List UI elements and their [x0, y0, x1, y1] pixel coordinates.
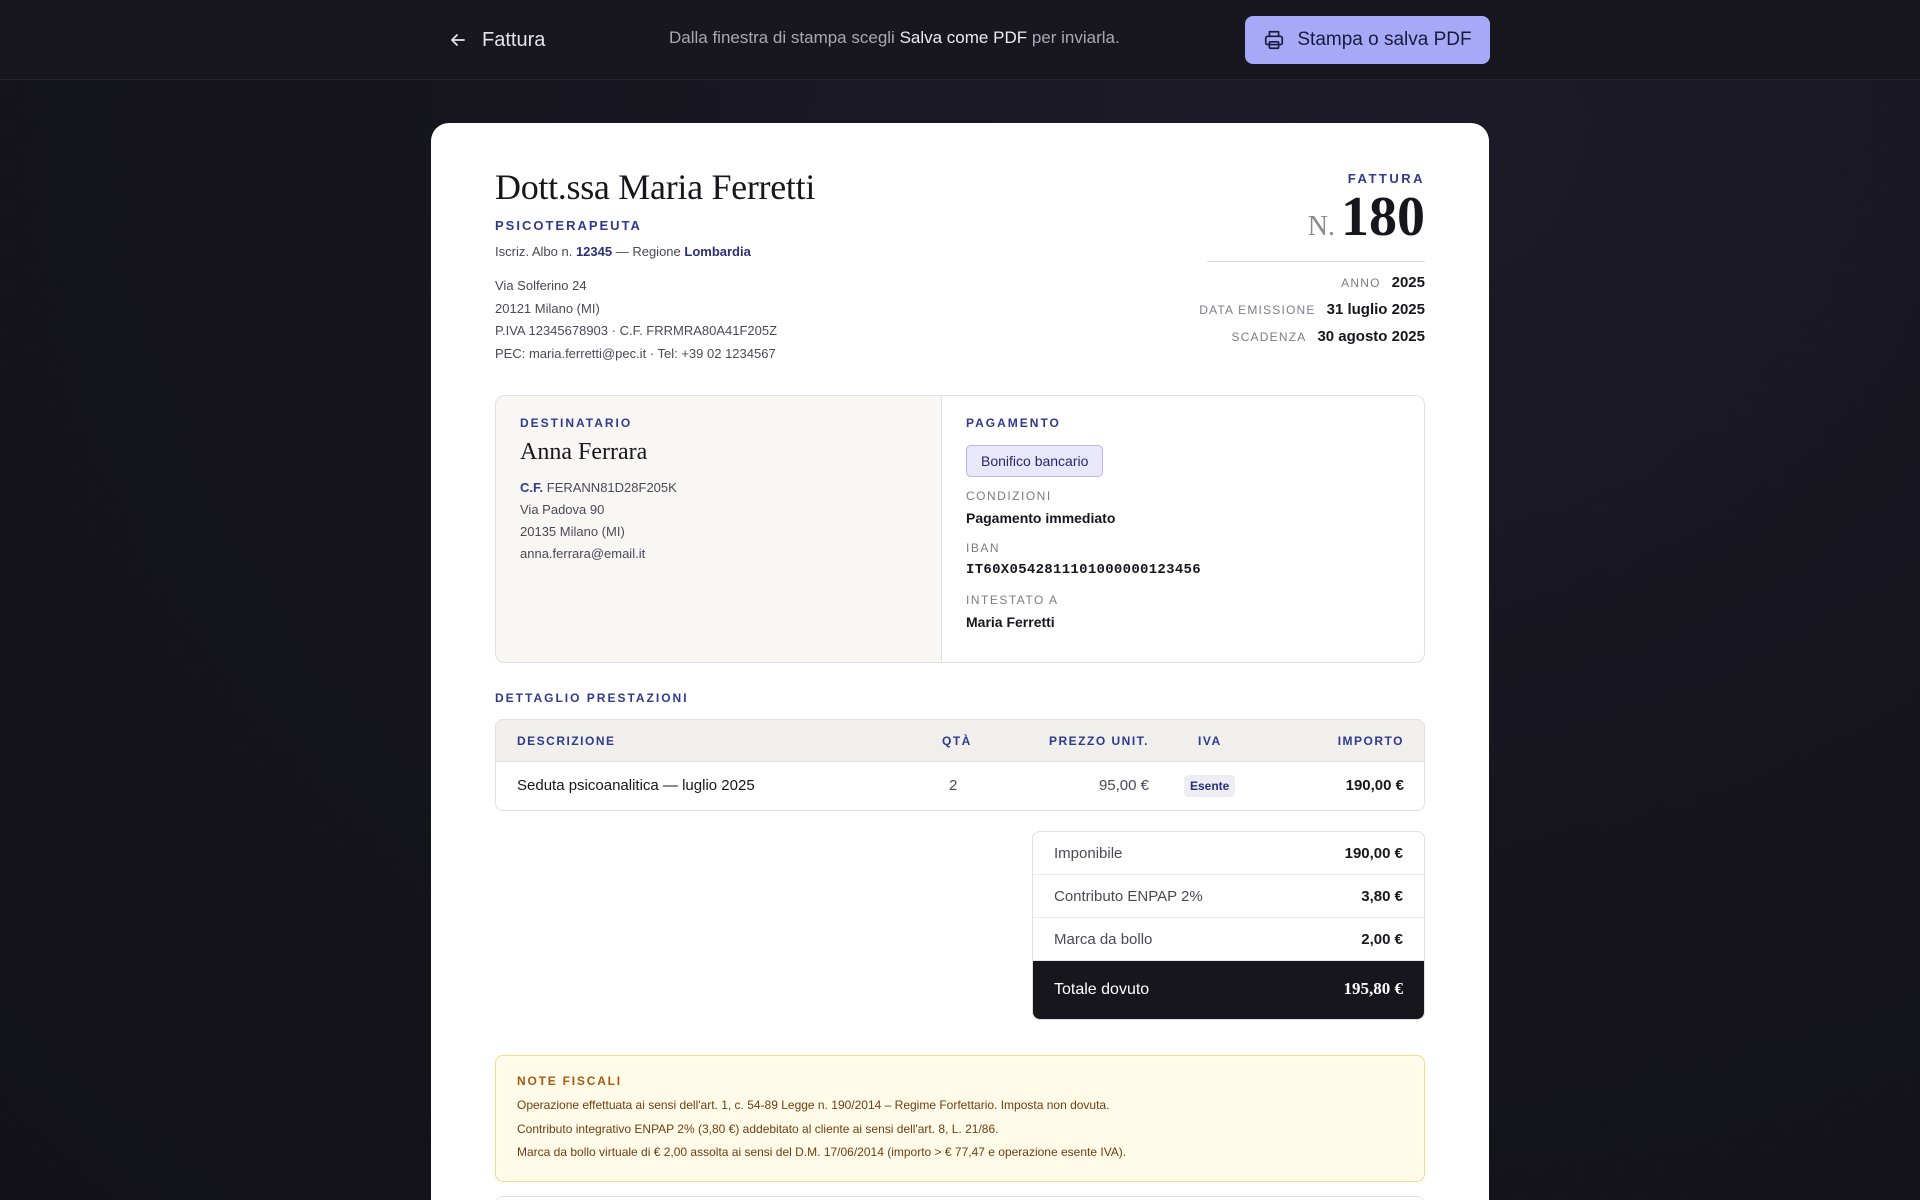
invoice-label: FATTURA	[1347, 171, 1425, 186]
invoice-paper: Dott.ssa Maria Ferretti PSICOTERAPEUTA I…	[431, 123, 1489, 1200]
invoice-number: N. 180	[1308, 185, 1425, 249]
issuer-name: Dott.ssa Maria Ferretti	[495, 167, 816, 207]
issuer-address-line: Via Solferino 24	[495, 278, 587, 293]
hint-strong: Salva come PDF	[899, 28, 1028, 47]
meta-key: ANNO	[1341, 276, 1381, 290]
cf-label: C.F.	[520, 480, 544, 495]
totals-row: Marca da bollo 2,00 €	[1033, 918, 1424, 961]
totals-label: Contributo ENPAP 2%	[1054, 888, 1203, 905]
cf-value: FERANN81D28F205K	[546, 480, 677, 495]
issuer-address-line: 20121 Milano (MI)	[495, 300, 600, 316]
invoice-number-value: 180	[1341, 186, 1425, 248]
issuer-address: Via Solferino 24 20121 Milano (MI) P.IVA…	[495, 275, 777, 365]
top-bar: Fattura Dalla finestra di stampa scegli …	[0, 0, 1920, 80]
printer-icon	[1265, 30, 1284, 50]
col-amount: IMPORTO	[1337, 734, 1404, 748]
back-label: Fattura	[482, 28, 546, 51]
print-button[interactable]: Stampa o salva PDF	[1245, 16, 1490, 64]
row-vat-badge: Esente	[1184, 775, 1236, 797]
totals-box: Imponibile 190,00 € Contributo ENPAP 2% …	[1032, 831, 1425, 1020]
meta-value: 31 luglio 2025	[1326, 301, 1425, 318]
albo-prefix: Iscriz. Albo n.	[495, 244, 573, 259]
table-row: Seduta psicoanalitica — luglio 2025 2 95…	[496, 762, 1424, 810]
meta-key: SCADENZA	[1231, 330, 1307, 344]
hint-prefix: Dalla finestra di stampa scegli	[669, 28, 895, 47]
row-amount: 190,00 €	[1345, 777, 1404, 794]
totals-row: Contributo ENPAP 2% 3,80 €	[1033, 875, 1424, 918]
recipient-line: 20135 Milano (MI)	[520, 524, 625, 539]
payment-method-badge: Bonifico bancario	[966, 445, 1104, 477]
divider	[1207, 261, 1425, 262]
recipient-payment-box: DESTINATARIO Anna Ferrara C.F. FERANN81D…	[495, 395, 1425, 663]
meta-issue-date: DATA EMISSIONE 31 luglio 2025	[1199, 301, 1425, 318]
note-line: Operazione effettuata ai sensi dell'art.…	[517, 1098, 1110, 1112]
albo-number: 12345	[575, 244, 613, 259]
invoice-number-prefix: N.	[1307, 211, 1335, 242]
note-line: Marca da bollo virtuale di € 2,00 assolt…	[517, 1145, 1127, 1159]
issuer-role: PSICOTERAPEUTA	[495, 218, 642, 233]
recipient-label: DESTINATARIO	[520, 416, 633, 430]
totals-value: 190,00 €	[1344, 845, 1403, 862]
print-hint: Dalla finestra di stampa scegli Salva co…	[669, 28, 1120, 48]
notes-title: NOTE FISCALI	[517, 1074, 622, 1088]
meta-year: ANNO 2025	[1341, 274, 1425, 291]
note-line: Contributo integrativo ENPAP 2% (3,80 €)…	[517, 1122, 999, 1136]
recipient-email: anna.ferrara@email.it	[520, 546, 646, 561]
hint-suffix: per inviarla.	[1031, 28, 1120, 47]
conditions-value: Pagamento immediato	[966, 510, 1116, 526]
totals-row: Imponibile 190,00 €	[1033, 832, 1424, 875]
total-due-row: Totale dovuto 195,80 €	[1033, 961, 1424, 1019]
meta-value: 2025	[1391, 274, 1425, 291]
recipient-cf: C.F. FERANN81D28F205K	[520, 480, 677, 495]
row-description: Seduta psicoanalitica — luglio 2025	[517, 777, 755, 794]
conditions-label: CONDIZIONI	[966, 489, 1052, 503]
iban-label: IBAN	[966, 541, 1001, 555]
albo-mid: — Regione	[615, 244, 681, 259]
payment-label: PAGAMENTO	[966, 416, 1061, 430]
col-vat: IVA	[1198, 734, 1222, 748]
meta-due-date: SCADENZA 30 agosto 2025	[1231, 328, 1425, 345]
total-due-value: 195,80 €	[1343, 979, 1404, 998]
holder-value: Maria Ferretti	[966, 614, 1055, 630]
payment-panel: PAGAMENTO Bonifico bancario CONDIZIONI P…	[942, 396, 1424, 662]
print-button-label: Stampa o salva PDF	[1297, 29, 1472, 50]
recipient-name: Anna Ferrara	[520, 439, 648, 465]
issuer-address-line: P.IVA 12345678903 · C.F. FRRMRA80A41F205…	[495, 323, 778, 338]
total-due-label: Totale dovuto	[1054, 981, 1150, 998]
row-qty: 2	[949, 777, 958, 794]
totals-label: Imponibile	[1054, 845, 1123, 862]
col-description: DESCRIZIONE	[517, 734, 616, 748]
albo-region: Lombardia	[684, 244, 751, 259]
issuer-albo: Iscriz. Albo n. 12345 — Regione Lombardi…	[495, 244, 751, 259]
services-label: DETTAGLIO PRESTAZIONI	[495, 691, 689, 705]
totals-label: Marca da bollo	[1054, 931, 1153, 948]
row-unit-price: 95,00 €	[1098, 777, 1149, 794]
totals-value: 3,80 €	[1361, 888, 1403, 905]
meta-key: DATA EMISSIONE	[1199, 303, 1316, 317]
back-link[interactable]: Fattura	[448, 24, 545, 56]
table-header: DESCRIZIONE QTÀ PREZZO UNIT. IVA IMPORTO	[496, 720, 1424, 762]
fiscal-notes: NOTE FISCALI Operazione effettuata ai se…	[495, 1055, 1425, 1182]
col-unit-price: PREZZO UNIT.	[1048, 734, 1149, 748]
recipient-panel: DESTINATARIO Anna Ferrara C.F. FERANN81D…	[496, 396, 942, 662]
issuer-address-line: PEC: maria.ferretti@pec.it · Tel: +39 02…	[495, 345, 776, 361]
next-section-edge	[495, 1196, 1425, 1200]
recipient-line: Via Padova 90	[520, 502, 605, 517]
arrow-left-icon	[451, 34, 465, 46]
totals-value: 2,00 €	[1361, 931, 1403, 948]
holder-label: INTESTATO A	[966, 593, 1059, 607]
meta-value: 30 agosto 2025	[1317, 328, 1425, 345]
services-table: DESCRIZIONE QTÀ PREZZO UNIT. IVA IMPORTO…	[495, 719, 1425, 811]
iban-value: IT60X0542811101000000123456	[966, 562, 1201, 578]
col-qty: QTÀ	[942, 734, 972, 748]
